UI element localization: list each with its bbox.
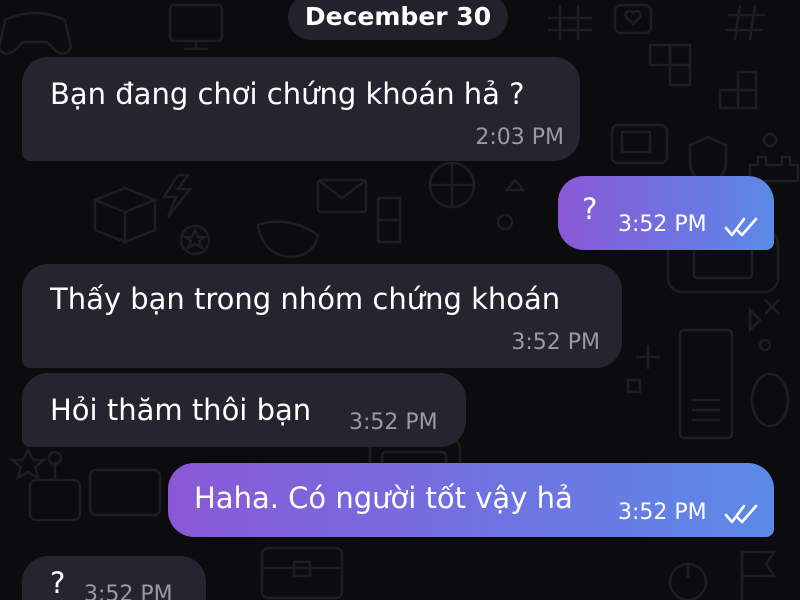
doodle-tictactoe-icon <box>548 5 592 40</box>
doodle-power-icon <box>668 562 708 600</box>
doodle-box-icon <box>91 186 159 244</box>
message-outgoing-bubble[interactable]: Haha. Có người tốt vậy hả 3:52 PM <box>168 463 774 537</box>
message-text: Thấy bạn trong nhóm chứng khoán <box>50 282 561 316</box>
doodle-joystick-icon <box>28 450 82 522</box>
message-text: ? <box>50 566 66 600</box>
doodle-controller-icon <box>0 11 73 55</box>
doodle-basketball-icon <box>428 161 476 209</box>
message-time: 3:52 PM <box>84 582 173 600</box>
message-time: 3:52 PM <box>618 500 707 525</box>
doodle-cross-icon <box>764 299 780 315</box>
doodle-xbox-console-icon <box>678 328 734 440</box>
doodle-tetris-icon <box>648 43 758 110</box>
message-text: ? <box>582 192 598 226</box>
double-check-icon <box>724 504 758 524</box>
doodle-console-icon <box>88 468 162 517</box>
doodle-envelope-icon <box>316 178 368 214</box>
date-separator: December 30 <box>288 0 508 40</box>
message-text: Bạn đang chơi chứng khoán hả ? <box>50 77 525 111</box>
message-outgoing-bubble[interactable]: ? 3:52 PM <box>558 176 774 250</box>
doodle-flag-icon <box>740 550 777 600</box>
message-incoming-bubble[interactable]: Thấy bạn trong nhóm chứng khoán 3:52 PM <box>22 264 622 368</box>
message-time: 3:52 PM <box>618 212 707 237</box>
doodle-treasure-chest-icon <box>260 546 344 600</box>
doodle-star-icon <box>8 447 48 481</box>
doodle-star-badge-icon <box>179 224 211 256</box>
message-text: Haha. Có người tốt vậy hả <box>194 481 573 515</box>
double-check-icon <box>724 217 758 237</box>
message-incoming-bubble[interactable]: ? 3:52 PM <box>22 556 206 600</box>
doodle-gameboy-icon <box>610 123 669 165</box>
message-incoming-bubble[interactable]: Hỏi thăm thôi bạn 3:52 PM <box>22 373 466 447</box>
doodle-hashtag-icon <box>726 4 765 41</box>
doodle-square-icon <box>626 378 642 394</box>
doodle-lightning-icon <box>161 173 193 218</box>
message-time: 2:03 PM <box>475 125 564 150</box>
chat-view[interactable]: December 30 Bạn đang chơi chứng khoán hả… <box>0 0 800 600</box>
message-time: 3:52 PM <box>511 330 600 355</box>
doodle-sparkle-icon <box>636 345 660 369</box>
message-time: 3:52 PM <box>349 410 438 435</box>
doodle-monitor-icon <box>168 3 224 51</box>
doodle-ring-icon <box>750 372 790 428</box>
message-text: Hỏi thăm thôi bạn <box>50 393 312 427</box>
doodle-heart-phone-icon <box>613 3 653 35</box>
doodle-block-icon <box>376 196 402 244</box>
message-incoming-bubble[interactable]: Bạn đang chơi chứng khoán hả ? 2:03 PM <box>22 57 580 161</box>
doodle-1up-icon <box>256 220 320 259</box>
